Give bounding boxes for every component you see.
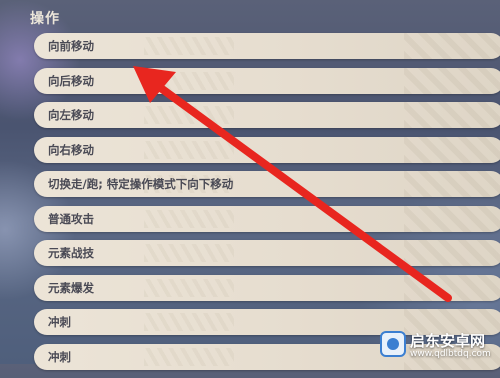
red-arrow-annotation bbox=[133, 66, 452, 302]
watermark-logo-icon bbox=[380, 331, 406, 357]
watermark-brand: 启东安卓网 bbox=[410, 332, 486, 350]
site-watermark: 启东安卓网 www.qdlbtdq.com bbox=[380, 327, 500, 364]
watermark-url: www.qdlbtdq.com bbox=[410, 349, 491, 359]
